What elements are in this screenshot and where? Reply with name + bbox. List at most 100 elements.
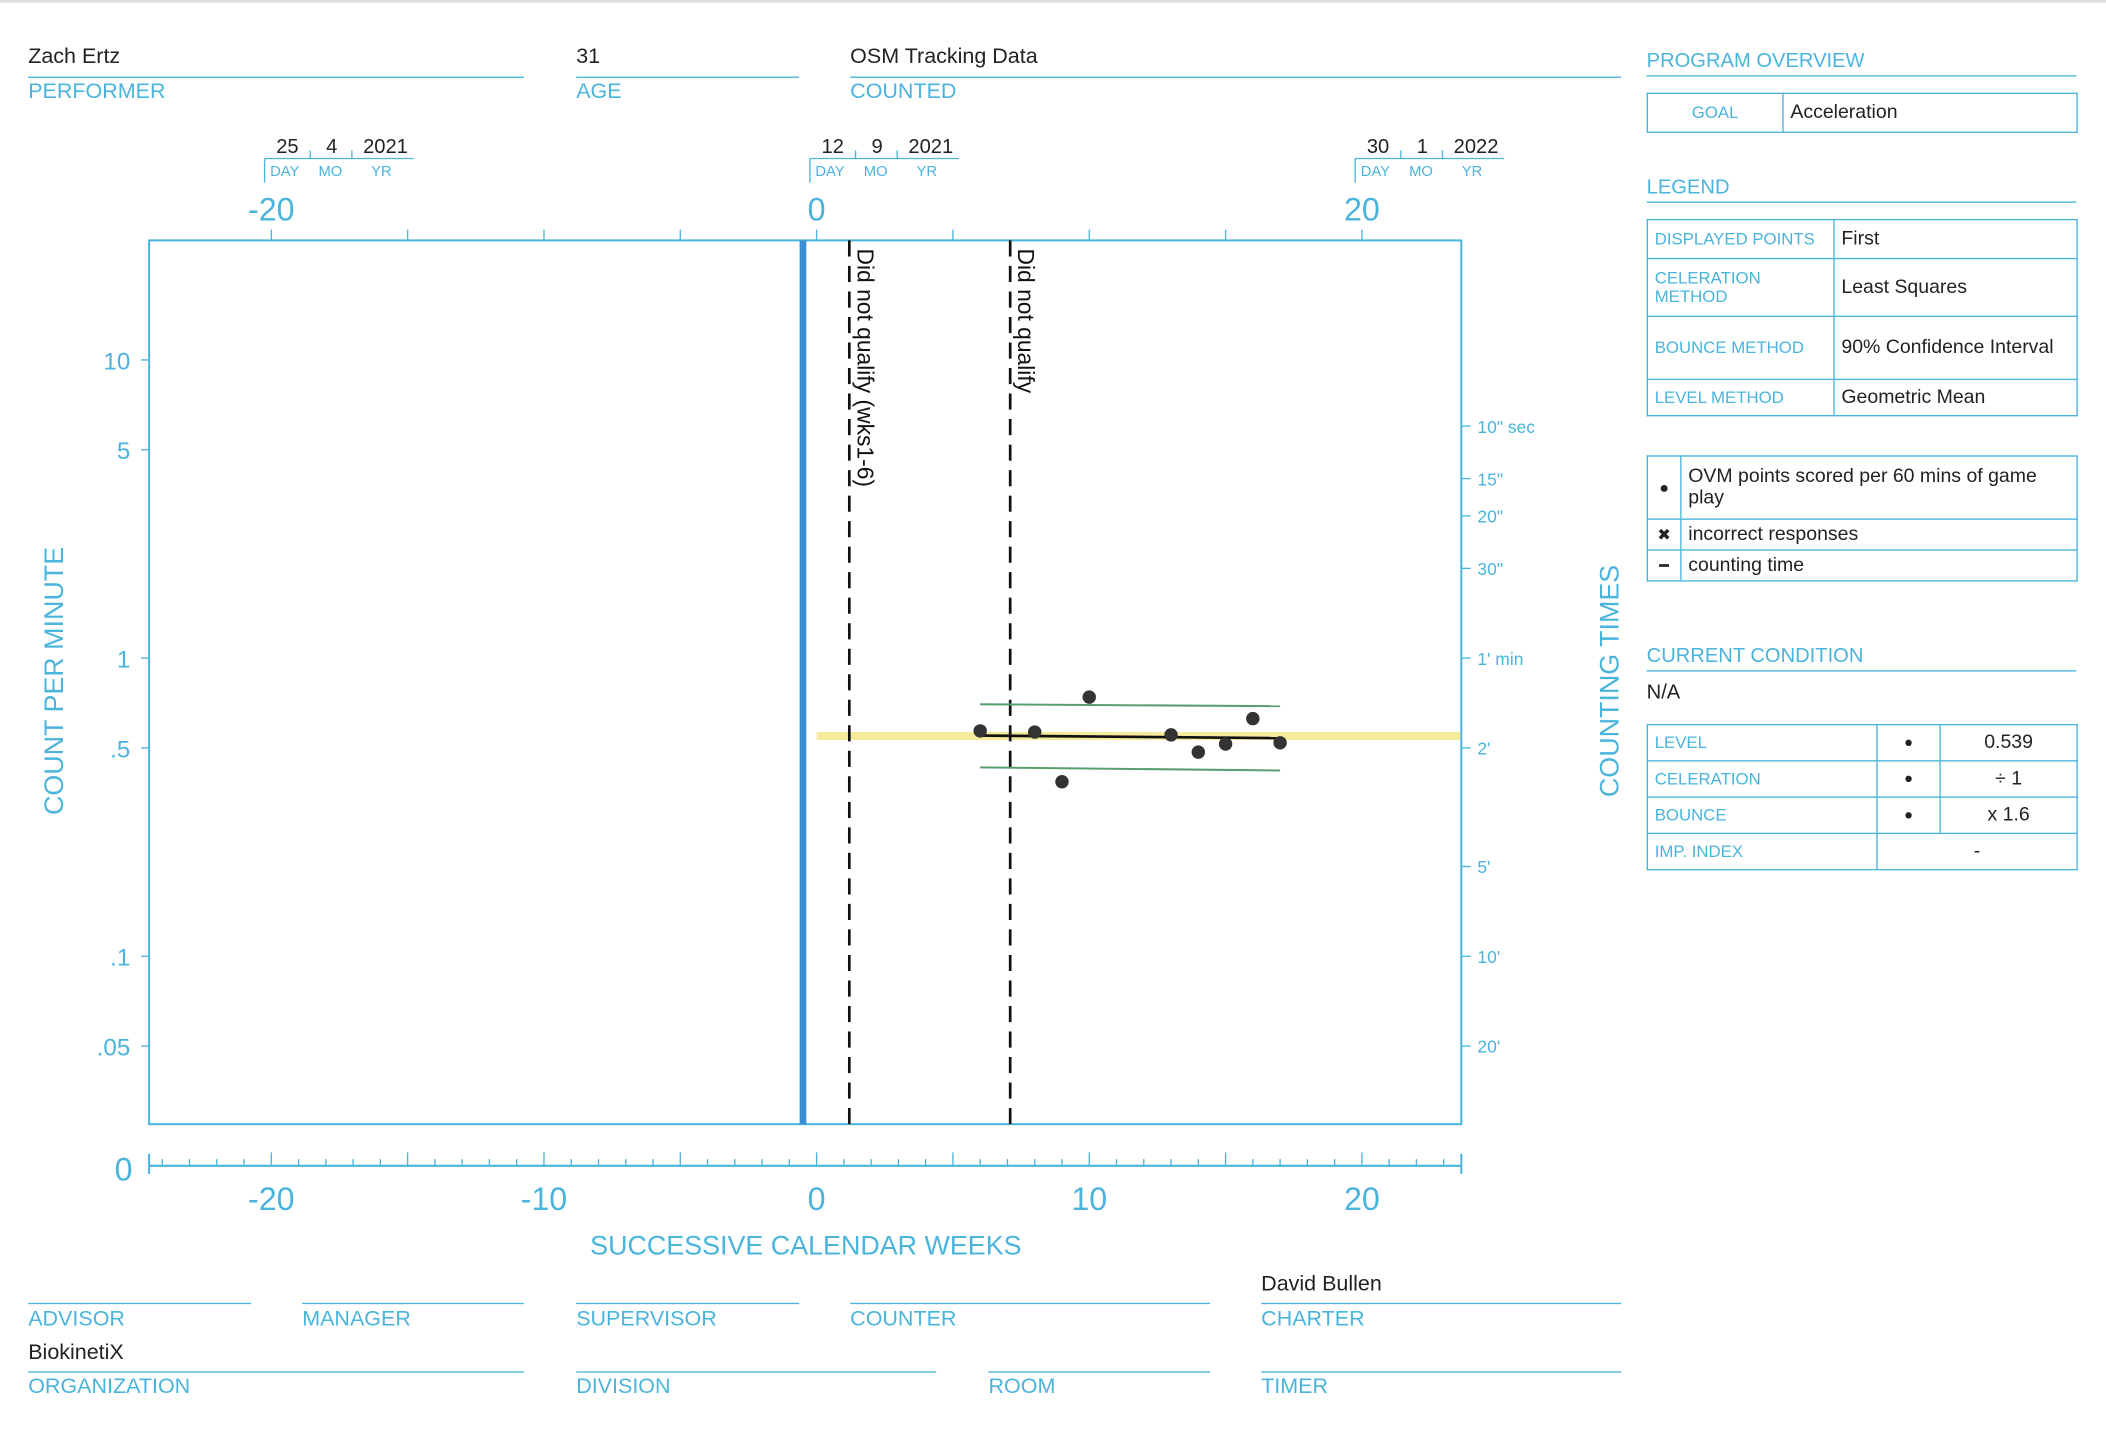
- level-value: 0.539: [1939, 723, 2078, 762]
- legend-value: Geometric Mean: [1833, 378, 2078, 417]
- room-underline: [988, 1371, 1211, 1373]
- legend-key: BOUNCE METHOD: [1646, 315, 1835, 381]
- celeration-chart-page: Zach Ertz PERFORMER 31 AGE OSM Tracking …: [0, 0, 2106, 1431]
- organization-underline: [28, 1371, 524, 1373]
- legend-key: CELERATION METHOD: [1646, 257, 1835, 317]
- legend-value: Least Squares: [1833, 257, 2078, 317]
- program-overview-table: GOAL Acceleration: [1646, 92, 2078, 133]
- room-label: ROOM: [988, 1375, 1056, 1399]
- chart-svg: -2025 4 2021DAY MO YR012 9 2021DAY MO YR2030 1 202…: [39, 136, 1624, 1260]
- date-year: 2022: [1454, 136, 1499, 158]
- date-year: 2021: [363, 136, 408, 158]
- bounce-lower-line: [980, 766, 1281, 772]
- charter-underline: [1261, 1302, 1622, 1305]
- y2-tick-label: 10': [1477, 947, 1500, 967]
- y-tick-label: .5: [110, 736, 130, 763]
- dot-icon: ●: [1876, 796, 1941, 835]
- y2-tick-label: 15": [1477, 469, 1503, 489]
- data-point: [1218, 737, 1233, 751]
- date-mo-label: MO: [864, 164, 888, 180]
- celeration-value: ÷ 1: [1939, 760, 2078, 798]
- date-day-label: DAY: [1361, 164, 1390, 180]
- current-condition-title: CURRENT CONDITION: [1646, 644, 1864, 668]
- current-condition-value: N/A: [1646, 680, 1681, 704]
- legend-table: DISPLAYED POINTS First CELERATION METHOD L…: [1646, 218, 2078, 417]
- x-zero-label: 0: [115, 1152, 133, 1188]
- bounce-upper-line: [980, 703, 1281, 708]
- date-yr-label: YR: [1462, 164, 1483, 180]
- supervisor-label: SUPERVISOR: [576, 1308, 717, 1332]
- symbol-label: OVM points scored per 60 mins of game pl…: [1680, 455, 2078, 520]
- symbol-legend-table: ● OVM points scored per 60 mins of game p…: [1646, 455, 2078, 582]
- dot-icon: ●: [1876, 723, 1941, 762]
- celeration-key: CELERATION: [1646, 760, 1878, 798]
- data-point: [1191, 745, 1206, 759]
- date-mo-label: MO: [1409, 164, 1433, 180]
- data-point: [973, 724, 987, 738]
- goal-value: Acceleration: [1782, 92, 2078, 133]
- organization-value[interactable]: BiokinetiX: [28, 1342, 124, 1366]
- x-tick-label: 10: [1071, 1181, 1107, 1217]
- date-day-label: DAY: [270, 164, 299, 180]
- imp-index-value: -: [1876, 832, 2078, 871]
- dash-icon: ━: [1646, 549, 1682, 582]
- counter-label: COUNTER: [850, 1308, 957, 1332]
- date-month: 4: [326, 136, 337, 158]
- y2-tick-label: 1' min: [1477, 649, 1523, 669]
- top-tick-label: 0: [808, 191, 826, 227]
- program-overview-title: PROGRAM OVERVIEW: [1646, 49, 1865, 73]
- date-yr-label: YR: [371, 164, 392, 180]
- date-month: 9: [871, 136, 882, 158]
- data-point: [1028, 725, 1042, 739]
- bounce-value: x 1.6: [1939, 796, 2078, 835]
- division-label: DIVISION: [576, 1375, 671, 1399]
- dot-icon: ●: [1646, 455, 1682, 520]
- y2-tick-label: 2': [1477, 739, 1490, 759]
- y2-tick-label: 5': [1477, 857, 1490, 877]
- x-tick-label: 20: [1344, 1181, 1380, 1217]
- note-label: Did not qualify (wks1-6): [852, 248, 878, 487]
- symbol-label: incorrect responses: [1680, 518, 2078, 551]
- date-day: 25: [276, 136, 298, 158]
- level-key: LEVEL: [1646, 723, 1878, 762]
- manager-underline: [302, 1302, 524, 1305]
- current-condition-underline: [1646, 670, 2077, 672]
- y-tick-label: .1: [110, 945, 130, 972]
- y-axis-label: COUNT PER MINUTE: [39, 547, 69, 815]
- current-condition-table: LEVEL ● 0.539 CELERATION ● ÷ 1 BOUNCE ● x 1.6 …: [1646, 723, 2078, 871]
- timer-underline: [1261, 1371, 1622, 1373]
- dot-icon: ●: [1876, 760, 1941, 798]
- date-day: 30: [1367, 136, 1389, 158]
- top-tick-label: -20: [248, 191, 295, 227]
- symbol-label: counting time: [1680, 549, 2078, 582]
- date-year: 2021: [908, 136, 953, 158]
- bounce-key: BOUNCE: [1646, 796, 1878, 835]
- y-tick-label: 1: [117, 647, 130, 674]
- legend-key: LEVEL METHOD: [1646, 378, 1835, 417]
- charter-label: CHARTER: [1261, 1308, 1365, 1332]
- data-point: [1055, 775, 1069, 789]
- supervisor-underline: [576, 1302, 800, 1305]
- y-tick-label: .05: [97, 1034, 131, 1061]
- timer-label: TIMER: [1261, 1375, 1329, 1399]
- y2-tick-label: 20': [1477, 1037, 1500, 1057]
- x-tick-label: 0: [808, 1181, 826, 1217]
- y2-axis-label: COUNTING TIMES: [1594, 565, 1624, 797]
- counter-underline: [850, 1302, 1211, 1305]
- x-icon: ✖: [1646, 518, 1682, 551]
- organization-label: ORGANIZATION: [28, 1375, 191, 1399]
- legend-value: 90% Confidence Interval: [1833, 315, 2078, 381]
- top-tick-label: 20: [1344, 191, 1380, 227]
- y2-tick-label: 20": [1477, 507, 1503, 527]
- date-yr-label: YR: [916, 164, 937, 180]
- x-axis-label: SUCCESSIVE CALENDAR WEEKS: [590, 1230, 1021, 1260]
- x-tick-label: -20: [248, 1181, 295, 1217]
- data-point: [1082, 690, 1096, 704]
- date-month: 1: [1417, 136, 1428, 158]
- data-point: [1246, 711, 1260, 726]
- legend-title: LEGEND: [1646, 175, 1730, 199]
- goal-label: GOAL: [1646, 92, 1784, 133]
- y2-tick-label: 30": [1477, 559, 1503, 579]
- legend-underline: [1646, 201, 2077, 203]
- charter-value[interactable]: David Bullen: [1261, 1273, 1382, 1297]
